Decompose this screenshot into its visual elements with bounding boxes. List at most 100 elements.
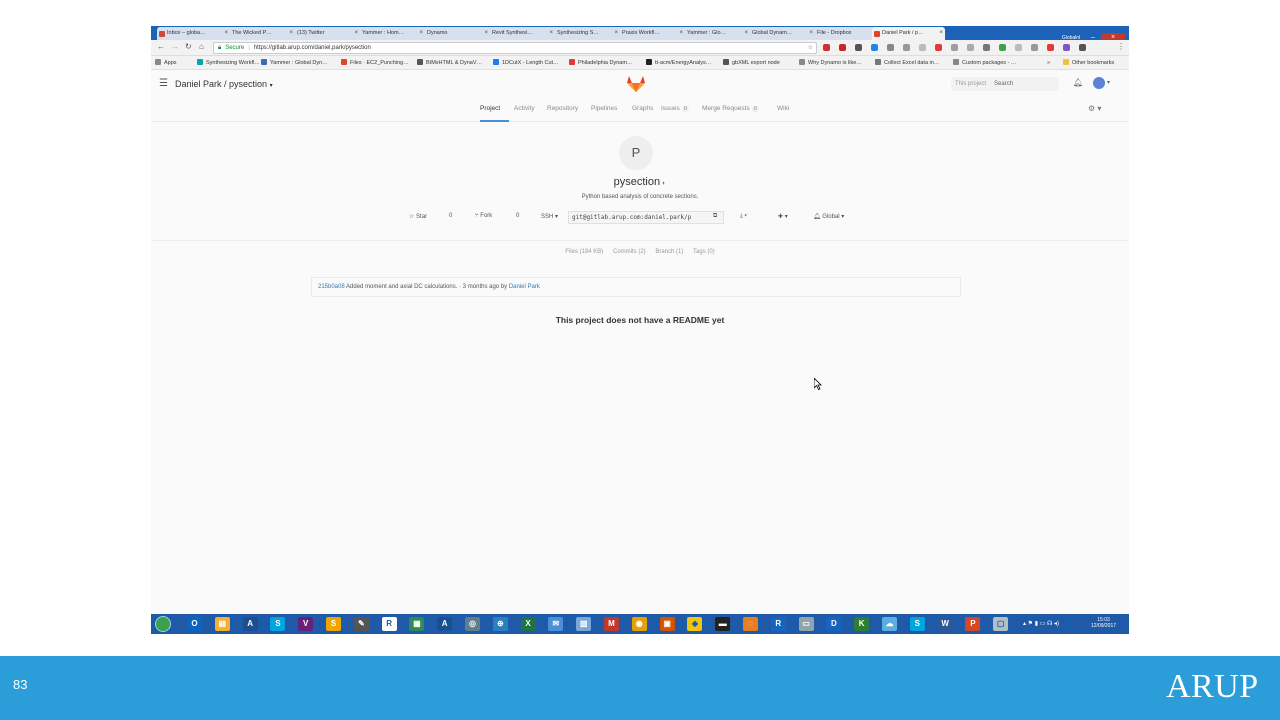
taskbar-app-icon[interactable]: K	[854, 617, 870, 631]
taskbar-app-icon[interactable]: S	[909, 617, 925, 631]
user-avatar[interactable]	[1093, 77, 1105, 89]
extension-icon[interactable]	[823, 44, 830, 51]
extension-icon[interactable]	[999, 44, 1006, 51]
star-button[interactable]: ☆ Star	[409, 213, 427, 220]
start-button[interactable]	[155, 616, 171, 632]
taskbar-app-icon[interactable]: ☁	[882, 617, 897, 631]
clock[interactable]: 15:03 12/09/2017	[1091, 617, 1116, 629]
commit-author-link[interactable]: Daniel Park	[509, 284, 540, 290]
bookmark-item[interactable]: BIMxHTML & DynaV…	[417, 58, 482, 68]
extension-icon[interactable]	[935, 44, 942, 51]
taskbar-app-icon[interactable]: ▤	[214, 617, 230, 631]
close-icon[interactable]: ×	[939, 27, 943, 40]
tab-wiki[interactable]: Wiki	[777, 105, 789, 112]
extension-icon[interactable]	[951, 44, 958, 51]
close-icon[interactable]: ×	[614, 27, 618, 40]
tab-pipelines[interactable]: Pipelines	[591, 105, 617, 112]
commits-link[interactable]: Commits (2)	[613, 249, 646, 255]
gitlab-logo-icon[interactable]	[626, 75, 646, 93]
bookmark-item[interactable]: Other bookmarks	[1063, 58, 1114, 68]
taskbar-app-icon[interactable]: A	[437, 617, 453, 631]
notifications-bell-icon[interactable]: 🔔︎	[1073, 78, 1083, 87]
home-icon[interactable]: ⌂	[199, 42, 204, 51]
taskbar-app-icon[interactable]: M	[604, 617, 619, 631]
more-bookmarks-icon[interactable]: »	[1047, 58, 1050, 68]
bookmark-item[interactable]: Philadelphia Dynam…	[569, 58, 632, 68]
tab-merge-requests[interactable]: Merge Requests 0	[702, 105, 759, 112]
reload-icon[interactable]: ↻	[185, 42, 192, 51]
bookmark-item[interactable]: Custom packages - …	[953, 58, 1016, 68]
tags-link[interactable]: Tags (0)	[693, 249, 715, 255]
back-icon[interactable]: ←	[157, 42, 165, 51]
taskbar-app-icon[interactable]: ✉	[548, 617, 564, 631]
taskbar-app-icon[interactable]: ◎	[465, 617, 480, 631]
taskbar-app-icon[interactable]: D	[826, 617, 842, 631]
taskbar-app-icon[interactable]: R	[770, 617, 786, 631]
settings-gear-icon[interactable]: ⚙ ▾	[1088, 104, 1101, 113]
clone-url-input[interactable]: git@gitlab.arup.com:daniel.park/p	[568, 211, 724, 224]
extension-icon[interactable]	[855, 44, 862, 51]
forward-icon[interactable]: →	[171, 42, 179, 51]
bookmark-item[interactable]: gbXML export node	[723, 58, 780, 68]
browser-tab[interactable]: File - Dropbox ×	[807, 27, 880, 40]
taskbar-app-icon[interactable]: ⊕	[492, 617, 508, 631]
extension-icon[interactable]	[871, 44, 878, 51]
taskbar-app-icon[interactable]: ◉	[631, 617, 647, 631]
tab-activity[interactable]: Activity	[514, 105, 535, 112]
tab-graphs[interactable]: Graphs	[632, 105, 653, 112]
extension-icon[interactable]	[1031, 44, 1038, 51]
browser-tab[interactable]: Revit Synthesi… ×	[482, 27, 555, 40]
files-link[interactable]: Files (184 KB)	[565, 249, 603, 255]
browser-tab[interactable]: Daniel Park / p… ×	[872, 27, 945, 40]
copy-clipboard-icon[interactable]: ⧉	[713, 213, 717, 220]
taskbar-app-icon[interactable]: ▭	[798, 617, 814, 631]
taskbar-app-icon[interactable]: ◆	[687, 617, 703, 631]
extension-icon[interactable]	[1063, 44, 1070, 51]
star-bookmark-icon[interactable]: ☆	[808, 43, 813, 53]
bookmark-item[interactable]: Yammer : Global Dyn…	[261, 58, 328, 68]
browser-tab[interactable]: Inbox – globa… ×	[157, 27, 230, 40]
commit-sha-link[interactable]: 215b0a08	[318, 284, 345, 290]
taskbar-app-icon[interactable]: S	[326, 617, 341, 631]
taskbar-app-icon[interactable]: ✎	[353, 617, 369, 631]
bookmark-item[interactable]: Collect Excel data in…	[875, 58, 939, 68]
taskbar-app-icon[interactable]: ▬	[715, 617, 731, 631]
chevron-down-icon[interactable]: ▾	[1107, 79, 1110, 86]
close-icon[interactable]: ×	[549, 27, 553, 40]
taskbar-app-icon[interactable]: S	[270, 617, 286, 631]
system-tray[interactable]: ▴ ⚑ ▮ ▭ ☊ ◂)	[1023, 620, 1059, 627]
taskbar-app-icon[interactable]: ▣	[659, 617, 675, 631]
bookmark-item[interactable]: tt-acm/EnergyAnalys…	[646, 58, 711, 68]
tab-project[interactable]: Project	[480, 105, 500, 112]
extension-icon[interactable]	[967, 44, 974, 51]
taskbar-app-icon[interactable]: V	[298, 617, 314, 631]
taskbar-app-icon[interactable]: W	[937, 617, 953, 631]
bookmark-item[interactable]: 1DCutX - Length Cut…	[493, 58, 559, 68]
protocol-dropdown[interactable]: SSH ▾	[541, 213, 558, 220]
browser-tab[interactable]: Yammer : Hom… ×	[352, 27, 425, 40]
address-bar[interactable]: 🔒︎ Secure | https://gitlab.arup.com/daniel.…	[213, 42, 817, 54]
extension-icon[interactable]	[903, 44, 910, 51]
taskbar-app-icon[interactable]: ▢	[993, 617, 1009, 631]
browser-tab[interactable]: (13) Twitter ×	[287, 27, 360, 40]
close-icon[interactable]: ×	[484, 27, 488, 40]
notification-dropdown[interactable]: 🔔︎ Global ▾	[813, 213, 844, 220]
taskbar-app-icon[interactable]: ◌	[743, 617, 758, 631]
browser-menu-icon[interactable]: ⋮	[1117, 42, 1125, 51]
bookmark-item[interactable]: Why Dynamo is like…	[799, 58, 862, 68]
taskbar-app-icon[interactable]: A	[242, 617, 258, 631]
search-input[interactable]: This project Search	[951, 77, 1059, 91]
browser-tab[interactable]: Dynamo ×	[417, 27, 490, 40]
close-icon[interactable]: ×	[419, 27, 423, 40]
taskbar-app-icon[interactable]: X	[520, 617, 536, 631]
bookmark-item[interactable]: Apps	[155, 58, 177, 68]
extension-icon[interactable]	[1047, 44, 1054, 51]
close-icon[interactable]: ×	[809, 27, 813, 40]
extension-icon[interactable]	[919, 44, 926, 51]
taskbar-app-icon[interactable]: ▥	[576, 617, 592, 631]
add-dropdown[interactable]: ✚ ▾	[778, 213, 788, 220]
taskbar-app-icon[interactable]: R	[381, 617, 397, 631]
taskbar-app-icon[interactable]: P	[965, 617, 981, 631]
browser-tab[interactable]: Praxis Workfl… ×	[612, 27, 685, 40]
browser-tab[interactable]: The Wicked P… ×	[222, 27, 295, 40]
